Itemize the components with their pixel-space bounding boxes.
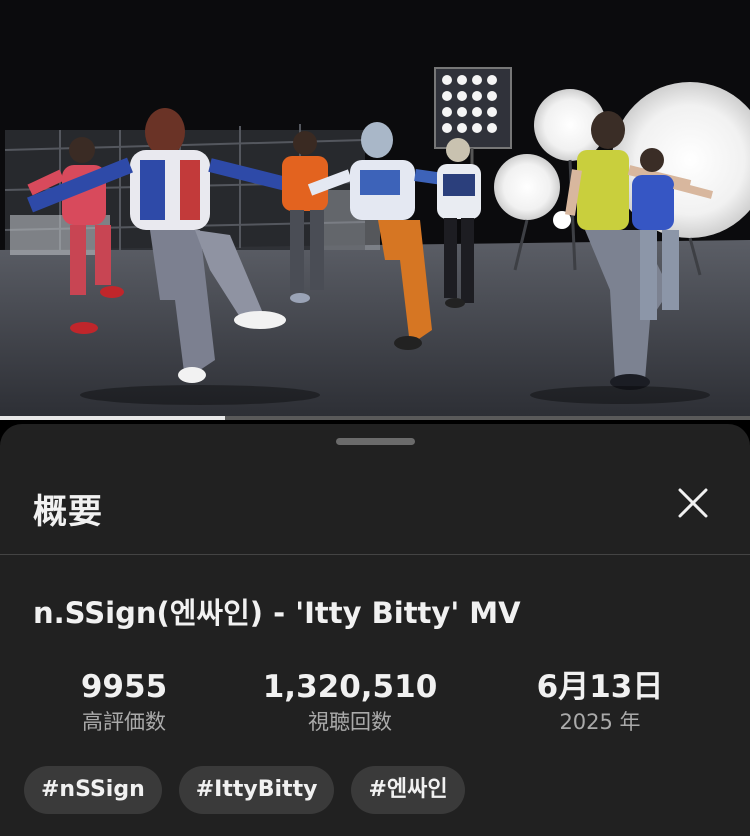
hashtag-chip[interactable]: #IttyBitty	[178, 766, 335, 814]
description-panel: 概要 n.SSign(엔싸인) - 'Itty Bitty' MV 9955 高…	[0, 424, 750, 836]
video-frame-image	[0, 0, 750, 420]
likes-label: 高評価数	[82, 710, 166, 734]
views-label: 視聴回数	[308, 710, 392, 734]
app-screen: 概要 n.SSign(엔싸인) - 'Itty Bitty' MV 9955 高…	[0, 0, 750, 836]
video-title: n.SSign(엔싸인) - 'Itty Bitty' MV	[33, 596, 521, 630]
hashtag-list: #nSSign #IttyBitty #엔싸인	[24, 766, 465, 814]
date-stat: 6月13日 2025 年	[490, 669, 710, 735]
hashtag-chip[interactable]: #nSSign	[24, 766, 162, 814]
close-button[interactable]	[670, 482, 716, 528]
likes-stat: 9955 高評価数	[14, 669, 234, 735]
upload-date: 6月13日	[536, 669, 664, 705]
views-count: 1,320,510	[262, 669, 438, 705]
close-icon	[678, 488, 708, 518]
hashtag-chip[interactable]: #엔싸인	[351, 766, 465, 814]
views-stat: 1,320,510 視聴回数	[240, 669, 460, 735]
drag-handle[interactable]	[336, 438, 415, 445]
upload-year: 2025 年	[559, 710, 641, 734]
video-progress-fill	[0, 416, 225, 420]
video-player[interactable]	[0, 0, 750, 420]
panel-title: 概要	[33, 492, 103, 532]
header-divider	[0, 554, 750, 555]
likes-count: 9955	[80, 669, 168, 705]
video-progress-bar[interactable]	[0, 416, 750, 420]
